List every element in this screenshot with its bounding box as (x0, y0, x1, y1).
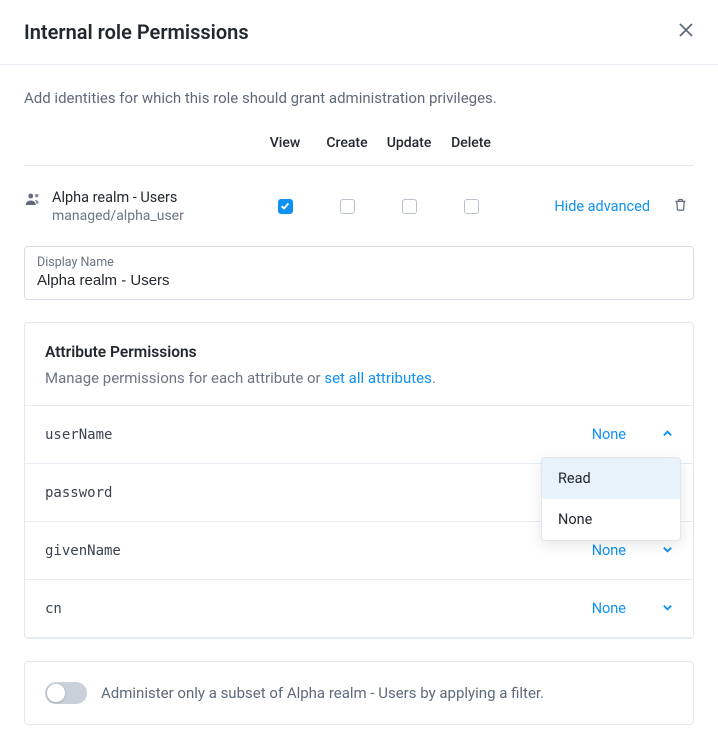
identity-label: Alpha realm - Users (52, 188, 184, 208)
chevron-down-icon (662, 542, 673, 559)
attribute-name: givenName (45, 543, 121, 559)
set-all-attributes-link[interactable]: set all attributes (324, 369, 432, 387)
chevron-down-icon (662, 600, 673, 617)
attribute-panel-title: Attribute Permissions (45, 343, 673, 361)
attribute-row-username: userName None (25, 406, 693, 464)
attribute-permission-value: None (592, 542, 626, 559)
identity-name: Alpha realm - Users managed/alpha_user (24, 188, 254, 224)
checkbox-delete[interactable] (464, 199, 479, 214)
dropdown-option-none[interactable]: None (542, 499, 680, 540)
attribute-panel-header: Attribute Permissions Manage permissions… (25, 323, 693, 406)
hide-advanced-link[interactable]: Hide advanced (502, 198, 666, 215)
attribute-permission-select[interactable]: None (592, 426, 673, 443)
dialog-body: Add identities for which this role shoul… (0, 65, 718, 725)
dialog-title: Internal role Permissions (24, 20, 249, 44)
attribute-permission-value: None (592, 600, 626, 617)
column-create: Create (316, 135, 378, 151)
attribute-name: cn (45, 601, 62, 617)
column-delete: Delete (440, 135, 502, 151)
permissions-header-row: View Create Update Delete (24, 135, 694, 165)
attribute-permission-value: None (592, 426, 626, 443)
dialog-header: Internal role Permissions (0, 0, 718, 65)
checkbox-update[interactable] (402, 199, 417, 214)
permission-dropdown[interactable]: Read None (541, 457, 681, 541)
chevron-up-icon (662, 426, 673, 443)
dropdown-option-read[interactable]: Read (542, 458, 680, 499)
identity-section: Alpha realm - Users managed/alpha_user H… (24, 165, 694, 725)
checkbox-view[interactable] (278, 199, 293, 214)
filter-toggle[interactable] (45, 682, 87, 704)
attr-desc-suffix: . (432, 369, 436, 387)
checkbox-create[interactable] (340, 199, 355, 214)
attribute-permissions-panel: Attribute Permissions Manage permissions… (24, 322, 694, 639)
attr-desc-prefix: Manage permissions for each attribute or (45, 369, 324, 387)
attribute-panel-description: Manage permissions for each attribute or… (45, 369, 673, 387)
identity-path: managed/alpha_user (52, 208, 184, 224)
attribute-permission-select[interactable]: None (592, 542, 673, 559)
column-update: Update (378, 135, 440, 151)
identity-row: Alpha realm - Users managed/alpha_user H… (24, 188, 694, 224)
intro-text: Add identities for which this role shoul… (24, 89, 694, 107)
filter-panel: Administer only a subset of Alpha realm … (24, 661, 694, 725)
attribute-name: userName (45, 427, 112, 443)
attribute-row-cn: cn None (25, 580, 693, 638)
people-icon (24, 190, 42, 212)
display-name-label: Display Name (37, 255, 681, 270)
permissions-dialog: Internal role Permissions Add identities… (0, 0, 718, 725)
filter-description: Administer only a subset of Alpha realm … (101, 684, 544, 702)
column-view: View (254, 135, 316, 151)
delete-identity-button[interactable] (666, 197, 694, 216)
attribute-permission-select[interactable]: None (592, 600, 673, 617)
attribute-name: password (45, 485, 112, 501)
display-name-field[interactable]: Display Name (24, 246, 694, 300)
display-name-input[interactable] (37, 272, 681, 289)
close-icon[interactable] (678, 22, 694, 42)
